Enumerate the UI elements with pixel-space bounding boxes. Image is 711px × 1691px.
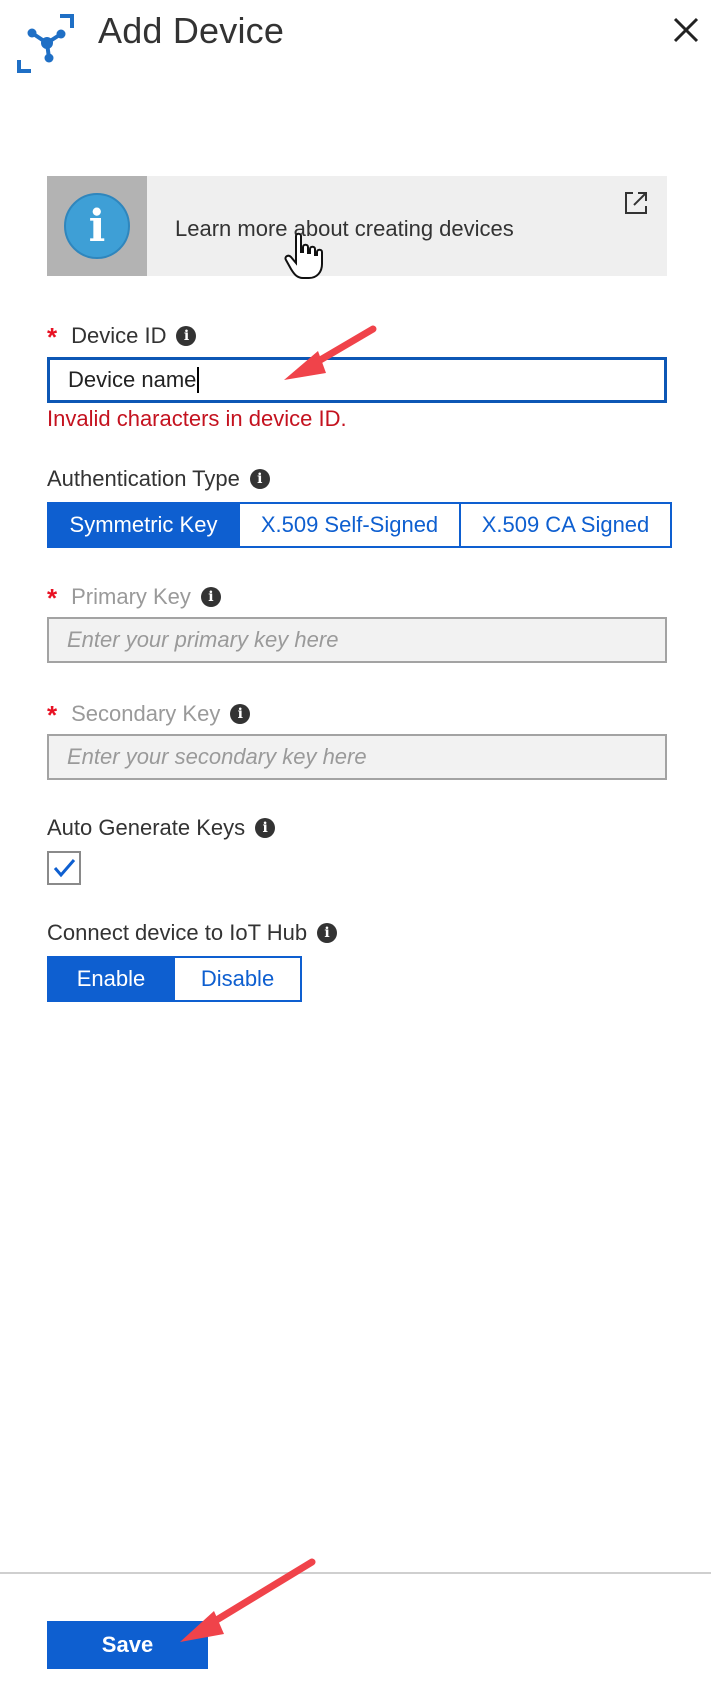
learn-more-banner[interactable]: i Learn more about creating devices (47, 176, 667, 276)
info-icon[interactable]: i (200, 586, 221, 607)
secondary-key-label: Secondary Key (71, 700, 221, 726)
auth-type-label-row: Authentication Type i (47, 466, 270, 492)
auth-option-symmetric-key[interactable]: Symmetric Key (49, 504, 240, 546)
auto-generate-label: Auto Generate Keys (47, 815, 246, 840)
auth-type-label: Authentication Type (47, 466, 240, 491)
connect-label: Connect device to IoT Hub (47, 920, 308, 945)
close-icon[interactable] (670, 14, 702, 46)
required-mark: * (47, 322, 58, 352)
device-id-label: Device ID (71, 322, 167, 348)
checkmark-icon (53, 859, 76, 878)
iot-hub-icon (17, 14, 74, 73)
hand-cursor-icon (284, 232, 323, 279)
info-icon[interactable]: i (230, 703, 251, 724)
footer-divider (0, 1572, 711, 1574)
auth-option-x509-ca-signed[interactable]: X.509 CA Signed (461, 504, 670, 546)
required-mark: * (47, 583, 58, 613)
connect-selector: Enable Disable (47, 956, 302, 1002)
external-link-icon[interactable] (623, 190, 649, 216)
required-mark: * (47, 700, 58, 730)
info-icon: i (64, 193, 130, 259)
secondary-key-placeholder: Enter your secondary key here (67, 744, 367, 769)
device-id-value: Device name (68, 367, 197, 392)
device-id-label-row: * Device ID i (47, 320, 197, 352)
info-icon[interactable]: i (176, 325, 197, 346)
page-title: Add Device (98, 10, 285, 51)
primary-key-placeholder: Enter your primary key here (67, 627, 339, 652)
info-icon-box: i (47, 176, 147, 276)
device-id-input[interactable]: Device name (47, 357, 667, 403)
secondary-key-label-row: * Secondary Key i (47, 698, 251, 730)
secondary-key-input[interactable]: Enter your secondary key here (47, 734, 667, 780)
info-icon[interactable]: i (317, 923, 338, 943)
connect-option-disable[interactable]: Disable (175, 958, 300, 1000)
primary-key-label-row: * Primary Key i (47, 581, 221, 613)
device-id-error: Invalid characters in device ID. (47, 406, 347, 431)
auto-generate-label-row: Auto Generate Keys i (47, 815, 276, 841)
auth-option-x509-self-signed[interactable]: X.509 Self-Signed (240, 504, 461, 546)
learn-more-link[interactable]: Learn more about creating devices (175, 216, 514, 242)
connect-label-row: Connect device to IoT Hub i (47, 920, 338, 946)
primary-key-input[interactable]: Enter your primary key here (47, 617, 667, 663)
info-icon[interactable]: i (255, 818, 276, 838)
save-button[interactable]: Save (47, 1621, 208, 1669)
connect-option-enable[interactable]: Enable (49, 958, 175, 1000)
auto-generate-checkbox[interactable] (47, 851, 81, 885)
info-icon[interactable]: i (249, 469, 270, 489)
primary-key-label: Primary Key (71, 583, 191, 609)
text-caret (197, 367, 200, 393)
add-device-panel: Add Device i Learn more about creating d… (0, 0, 711, 1691)
auth-type-selector: Symmetric Key X.509 Self-Signed X.509 CA… (47, 502, 672, 548)
